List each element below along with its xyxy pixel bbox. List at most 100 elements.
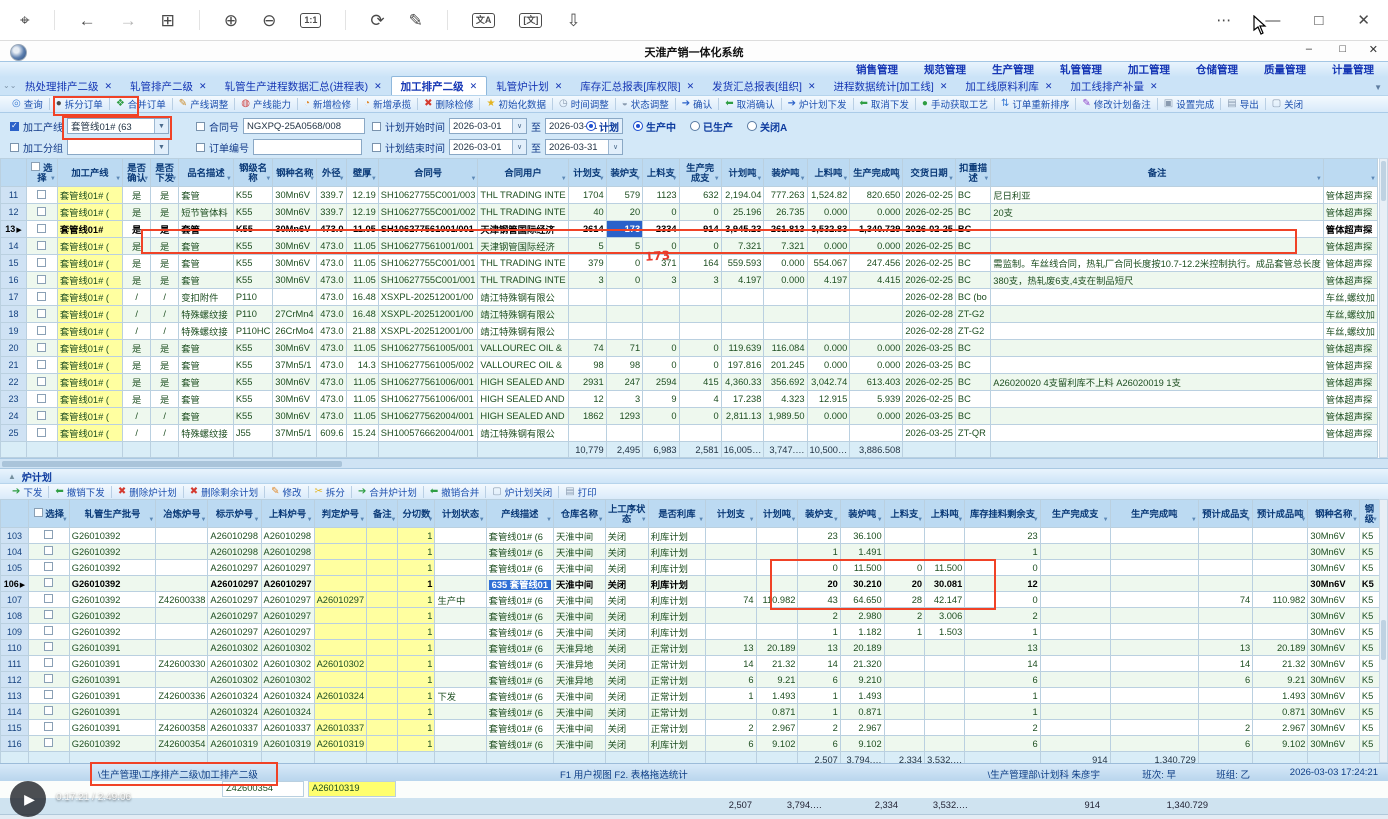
more-icon[interactable]: ⋯ bbox=[1216, 13, 1231, 28]
select-all-checkbox[interactable] bbox=[34, 508, 43, 517]
toolbar-button-时间调整[interactable]: ◷时间调整 bbox=[555, 97, 613, 111]
row-checkbox[interactable] bbox=[37, 411, 46, 420]
column-header-计划支[interactable]: 计划支▼ bbox=[706, 500, 757, 528]
column-header-备注[interactable]: 备注▼ bbox=[367, 500, 398, 528]
actual-size-icon[interactable]: 1:1 bbox=[300, 13, 321, 28]
toolbar-button-状态调整[interactable]: ◒状态调整 bbox=[618, 97, 673, 111]
zoom-in-icon[interactable]: ⊕ bbox=[224, 12, 238, 29]
filter-funnel-icon[interactable]: ▼ bbox=[359, 515, 365, 525]
order-input[interactable] bbox=[253, 139, 362, 155]
tab-加工线原料利库[interactable]: 加工线原料利库✕ bbox=[956, 77, 1061, 95]
column-header-计划支[interactable]: 计划支▼ bbox=[568, 159, 606, 187]
filter-funnel-icon[interactable]: ▼ bbox=[1316, 174, 1322, 184]
group-select[interactable]: ▼ bbox=[67, 139, 169, 155]
tab-close-icon[interactable]: ✕ bbox=[1045, 81, 1053, 92]
row-checkbox[interactable] bbox=[37, 377, 46, 386]
column-header-生产完成吨[interactable]: 生产完成吨▼ bbox=[1110, 500, 1198, 528]
table-row-16[interactable]: 16套管线01# (是是套管K5530Mn6V473.011.05SH10627… bbox=[1, 272, 1378, 289]
table-row-11[interactable]: 11套管线01# (是是套管K5530Mn6V339.712.19SH10627… bbox=[1, 187, 1378, 204]
column-header-合同号[interactable]: 合同号▼ bbox=[378, 159, 478, 187]
forward-icon[interactable]: → bbox=[120, 12, 137, 29]
filter-funnel-icon[interactable]: ▼ bbox=[877, 515, 883, 525]
rotate-icon[interactable]: ⟳ bbox=[370, 12, 384, 29]
filter-funnel-icon[interactable]: ▼ bbox=[749, 515, 755, 525]
column-header-分切数[interactable]: 分切数▼ bbox=[398, 500, 435, 528]
column-header-上料炉号[interactable]: 上料炉号▼ bbox=[261, 500, 314, 528]
column-header-是否利库[interactable]: 是否利库▼ bbox=[648, 500, 705, 528]
column-header-标示炉号[interactable]: 标示炉号▼ bbox=[208, 500, 261, 528]
column-header-品名描述[interactable]: 品名描述▼ bbox=[179, 159, 234, 187]
row-checkbox[interactable] bbox=[37, 428, 46, 437]
filter-funnel-icon[interactable]: ▼ bbox=[833, 515, 839, 525]
column-header-上料吨[interactable]: 上料吨▼ bbox=[807, 159, 850, 187]
column-header-装炉支[interactable]: 装炉支▼ bbox=[606, 159, 642, 187]
group-checkbox[interactable] bbox=[10, 143, 19, 152]
end-to-input[interactable]: 2026-03-31∨ bbox=[545, 139, 623, 155]
translate-icon[interactable]: 文A bbox=[472, 13, 496, 28]
row-checkbox[interactable] bbox=[37, 241, 46, 250]
toolbar-button-合并订单[interactable]: ❖合并订单 bbox=[112, 97, 170, 111]
furnace-grid-vscrollbar[interactable] bbox=[1379, 499, 1388, 763]
filter-funnel-icon[interactable]: ▼ bbox=[1352, 515, 1358, 525]
column-header-计划吨[interactable]: 计划吨▼ bbox=[756, 500, 798, 528]
line-checkbox[interactable] bbox=[10, 122, 19, 131]
filter-funnel-icon[interactable]: ▼ bbox=[714, 174, 720, 184]
row-checkbox[interactable] bbox=[44, 578, 53, 587]
filter-funnel-icon[interactable]: ▼ bbox=[756, 174, 762, 184]
tab-加工排产二级[interactable]: 加工排产二级✕ bbox=[391, 76, 488, 95]
edit-icon[interactable]: ✎ bbox=[409, 12, 423, 29]
start-from-caret-icon[interactable]: ∨ bbox=[512, 119, 526, 133]
tab-库存汇总报表[库权限][interactable]: 库存汇总报表[库权限]✕ bbox=[571, 77, 703, 95]
toolbar-button-删除检修[interactable]: ✖删除检修 bbox=[420, 97, 477, 111]
row-checkbox[interactable] bbox=[44, 706, 53, 715]
filter-funnel-icon[interactable]: ▼ bbox=[641, 515, 647, 525]
filter-funnel-icon[interactable]: ▼ bbox=[957, 515, 963, 525]
tab-overflow-icon[interactable]: ⌄⌄ bbox=[3, 81, 16, 90]
toolbar-button-取消下发[interactable]: ⬅取消下发 bbox=[856, 97, 913, 111]
order-checkbox[interactable] bbox=[196, 143, 205, 152]
row-checkbox[interactable] bbox=[44, 690, 53, 699]
toolbar-button-修改计划备注[interactable]: ✎修改计划备注 bbox=[1078, 97, 1154, 111]
toolbar-button-关闭[interactable]: ▢关闭 bbox=[1268, 97, 1307, 111]
app-minimize-icon[interactable]: – bbox=[1306, 43, 1312, 55]
column-header-是否下发[interactable]: 是否下发▼ bbox=[151, 159, 179, 187]
tab-close-icon[interactable]: ✕ bbox=[199, 81, 207, 92]
row-checkbox[interactable] bbox=[37, 309, 46, 318]
group-dropdown-icon[interactable]: ▼ bbox=[154, 140, 168, 154]
column-header-预计成品吨[interactable]: 预计成品吨▼ bbox=[1253, 500, 1308, 528]
toolbar-button-导出[interactable]: ▤导出 bbox=[1223, 97, 1262, 111]
filter-funnel-icon[interactable]: ▼ bbox=[561, 174, 567, 184]
filter-funnel-icon[interactable]: ▼ bbox=[254, 515, 260, 525]
row-checkbox[interactable] bbox=[44, 738, 53, 747]
table-row-15[interactable]: 15套管线01# (是是套管K5530Mn6V473.011.05SH10627… bbox=[1, 255, 1378, 272]
filter-funnel-icon[interactable]: ▼ bbox=[1300, 515, 1306, 525]
row-checkbox[interactable] bbox=[44, 658, 53, 667]
column-header-钢级名称[interactable]: 钢级名称▼ bbox=[233, 159, 272, 187]
end-from-caret-icon[interactable]: ∨ bbox=[512, 140, 526, 154]
row-checkbox[interactable] bbox=[44, 562, 53, 571]
download-icon[interactable]: ⇩ bbox=[566, 12, 580, 29]
table-row-113[interactable]: 113G26010391Z42600336A26010324A26010324A… bbox=[1, 688, 1380, 704]
menu-item-生产管理[interactable]: 生产管理 bbox=[992, 62, 1034, 77]
menu-item-加工管理[interactable]: 加工管理 bbox=[1128, 62, 1170, 77]
filter-funnel-icon[interactable]: ▼ bbox=[1033, 515, 1039, 525]
column-header-生产完成支[interactable]: 生产完成支▼ bbox=[1040, 500, 1110, 528]
column-header-仓库名称[interactable]: 仓库名称▼ bbox=[554, 500, 606, 528]
toolbar-button-删除剩余计划[interactable]: ✖删除剩余计划 bbox=[186, 485, 262, 499]
menu-item-轧管管理[interactable]: 轧管管理 bbox=[1060, 62, 1102, 77]
filter-funnel-icon[interactable]: ▼ bbox=[672, 174, 678, 184]
tab-close-icon[interactable]: ✕ bbox=[374, 81, 382, 92]
table-row-104[interactable]: 104G26010392A26010298A260102981套管线01# (6… bbox=[1, 544, 1380, 560]
menu-item-仓储管理[interactable]: 仓储管理 bbox=[1196, 62, 1238, 77]
filter-funnel-icon[interactable]: ▼ bbox=[265, 174, 271, 184]
column-header-上料吨[interactable]: 上料吨▼ bbox=[925, 500, 965, 528]
table-row-21[interactable]: 21套管线01# (是是套管K5537Mn5/1473.014.3SH10627… bbox=[1, 357, 1378, 374]
filter-funnel-icon[interactable]: ▼ bbox=[598, 515, 604, 525]
filter-funnel-icon[interactable]: ▼ bbox=[479, 515, 485, 525]
table-row-13[interactable]: 13▶套管线01#是是套管K5530Mn6V473.011.05SH106277… bbox=[1, 221, 1378, 238]
filter-funnel-icon[interactable]: ▼ bbox=[917, 515, 923, 525]
table-row-23[interactable]: 23套管线01# (是是套管K5530Mn6V473.011.05SH10627… bbox=[1, 391, 1378, 408]
row-checkbox[interactable] bbox=[37, 343, 46, 352]
toolbar-button-删除炉计划[interactable]: ✖删除炉计划 bbox=[114, 485, 181, 499]
menu-item-规范管理[interactable]: 规范管理 bbox=[924, 62, 966, 77]
